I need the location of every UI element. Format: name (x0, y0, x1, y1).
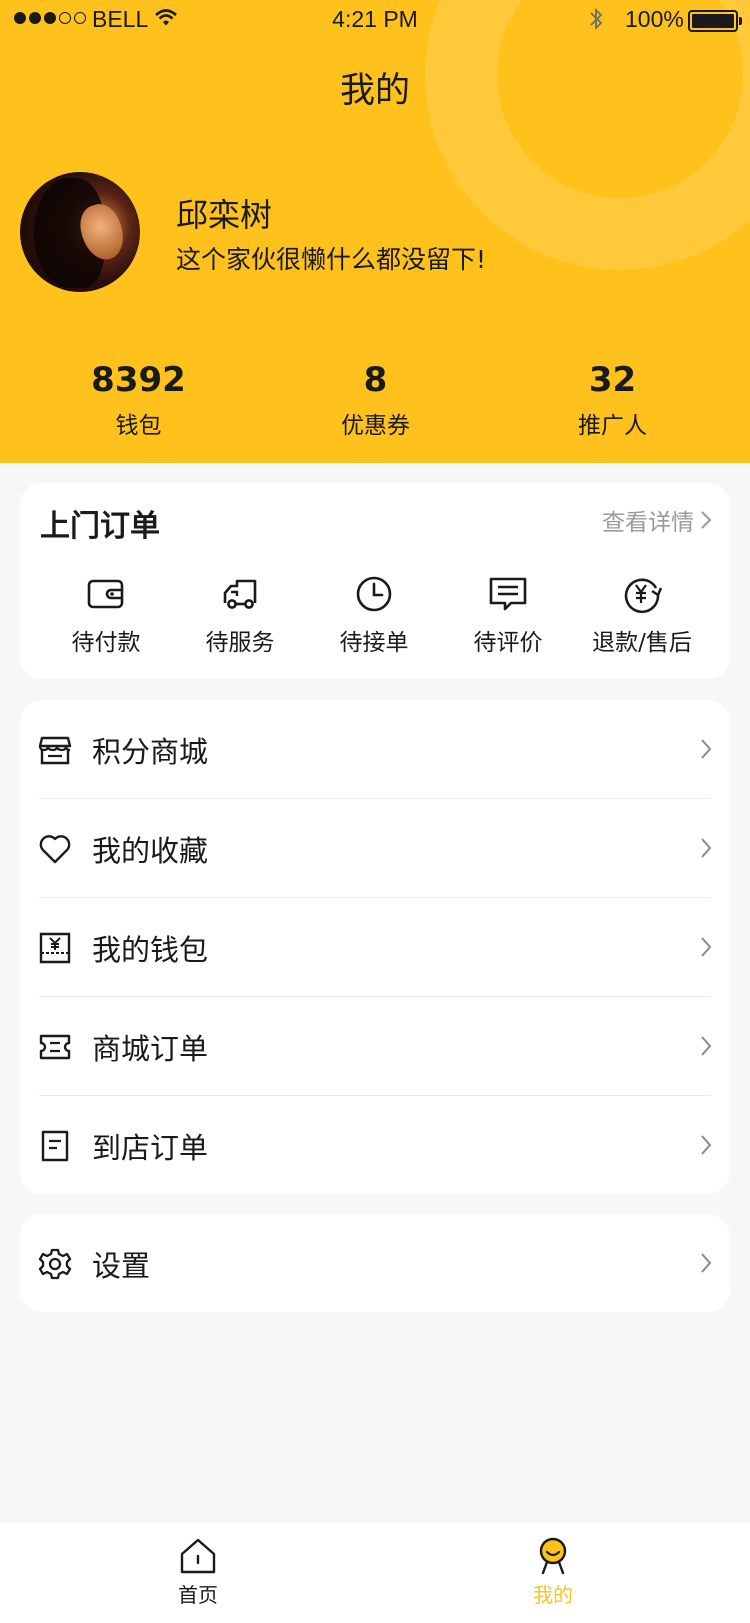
status-bar: BELL 4:21 PM 100% (0, 0, 750, 40)
order-label: 待付款 (71, 630, 141, 656)
order-pending-acceptance[interactable]: 待接单 (307, 573, 441, 657)
home-service-orders-card: 上门订单 查看详情 待付款 待服务 待接单 待评价 退款/售后 (20, 483, 730, 679)
decorative-ring (425, 0, 750, 270)
stat-value: 32 (588, 360, 637, 400)
stat-value: 8 (363, 360, 388, 400)
truck-icon (223, 579, 257, 609)
menu-item-settings[interactable]: 设置 (20, 1214, 730, 1313)
chevron-right-icon (701, 1135, 712, 1155)
menu-item-favorites[interactable]: 我的收藏 (20, 799, 730, 898)
tab-mine-label: 我的 (533, 1583, 573, 1607)
menu-item-store-orders[interactable]: 到店订单 (20, 1096, 730, 1195)
gear-icon (38, 1248, 72, 1279)
stat-wallet[interactable]: 8392 钱包 (20, 360, 257, 440)
order-label: 退款/售后 (592, 630, 692, 656)
settings-label: 设置 (92, 1248, 151, 1283)
menu-list-card: 积分商城 我的收藏 我的钱包 商城订单 到店订单 (20, 700, 730, 1194)
comment-icon (489, 577, 527, 611)
menu-item-label: 到店订单 (92, 1130, 209, 1165)
wallet-icon (87, 579, 124, 609)
bluetooth-icon (590, 7, 603, 31)
page-title: 我的 (339, 71, 410, 111)
stats-row: 8392 钱包 8 优惠券 32 推广人 (0, 360, 750, 440)
tab-mine[interactable]: 我的 (503, 1537, 603, 1608)
menu-item-label: 积分商城 (92, 734, 209, 769)
refund-icon (624, 578, 663, 614)
store-icon (38, 736, 72, 764)
stat-coupons[interactable]: 8 优惠券 (257, 360, 494, 440)
bottom-tab-bar: 首页 我的 (0, 1523, 750, 1623)
order-label: 待评价 (473, 630, 543, 656)
stat-promoters[interactable]: 32 推广人 (494, 360, 731, 440)
clock-icon (356, 576, 392, 612)
tab-home[interactable]: 首页 (148, 1537, 248, 1608)
stat-label: 推广人 (578, 413, 647, 439)
home-icon (180, 1538, 216, 1574)
ticket-icon (39, 1034, 71, 1059)
settings-card: 设置 (20, 1214, 730, 1312)
avatar[interactable] (20, 172, 140, 292)
menu-item-label: 商城订单 (92, 1031, 209, 1066)
order-pending-service[interactable]: 待服务 (173, 573, 307, 657)
chevron-right-icon (701, 838, 712, 858)
chevron-right-icon (701, 1253, 712, 1273)
chevron-right-icon (701, 739, 712, 759)
view-details-link[interactable]: 查看详情 (602, 503, 712, 537)
menu-item-points-mall[interactable]: 积分商城 (20, 700, 730, 799)
stat-value: 8392 (91, 360, 186, 400)
tab-home-label: 首页 (178, 1583, 218, 1607)
order-label: 待服务 (205, 630, 275, 656)
user-icon (539, 1537, 567, 1575)
order-refund[interactable]: 退款/售后 (575, 573, 709, 657)
stat-label: 钱包 (115, 413, 162, 439)
battery-percentage: 100% (625, 6, 684, 32)
chevron-right-icon (701, 937, 712, 957)
order-label: 待接单 (339, 630, 409, 656)
menu-item-mall-orders[interactable]: 商城订单 (20, 997, 730, 1096)
user-bio: 这个家伙很懒什么都没留下! (176, 245, 487, 274)
menu-item-label: 我的钱包 (92, 932, 209, 967)
order-pending-review[interactable]: 待评价 (441, 573, 575, 657)
orders-title: 上门订单 (40, 509, 160, 544)
menu-item-my-wallet[interactable]: 我的钱包 (20, 898, 730, 997)
profile-header: BELL 4:21 PM 100% 我的 邱栾树 这个家伙很懒什么都没留下! 8… (0, 0, 750, 463)
wallet-card-icon (39, 932, 71, 963)
document-icon (41, 1130, 69, 1161)
menu-item-label: 我的收藏 (92, 833, 209, 868)
order-pending-payment[interactable]: 待付款 (39, 573, 173, 657)
heart-icon (39, 834, 71, 863)
stat-label: 优惠券 (341, 413, 410, 439)
user-name: 邱栾树 (176, 196, 273, 234)
battery-icon (688, 10, 742, 32)
view-details-label: 查看详情 (602, 510, 694, 536)
chevron-right-icon (701, 511, 712, 529)
chevron-right-icon (701, 1036, 712, 1056)
